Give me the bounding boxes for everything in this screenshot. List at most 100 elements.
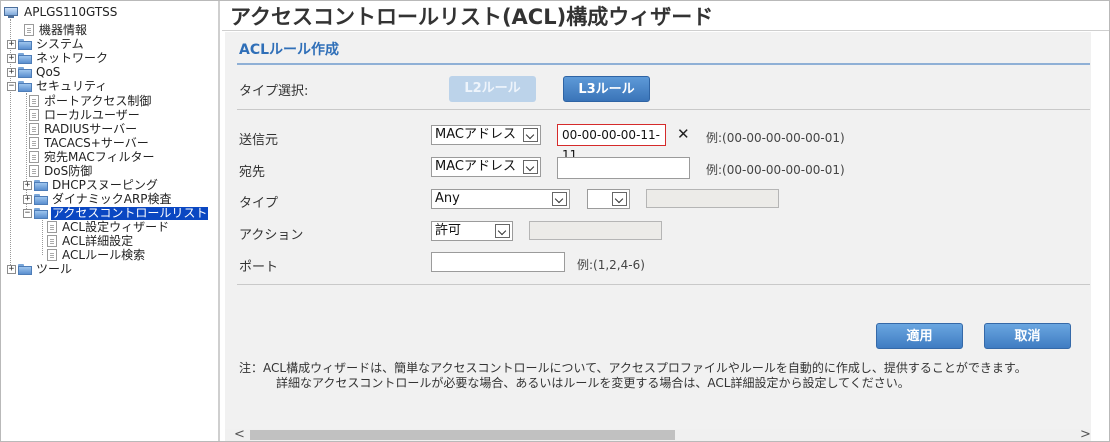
tree-item-port-access[interactable]: ポートアクセス制御: [29, 94, 152, 108]
page-icon: [47, 221, 57, 233]
main-content: アクセスコントロールリスト(ACL)構成ウィザード ACLルール作成 タイプ選択…: [222, 1, 1109, 442]
tree-item-arp-inspection[interactable]: + ダイナミックARP検査: [23, 192, 173, 206]
port-input[interactable]: [431, 252, 565, 272]
tree-item-label: セキュリティ: [36, 78, 108, 93]
tree-item-mac-filter[interactable]: 宛先MACフィルター: [29, 150, 156, 164]
tree-item-acl-search[interactable]: ACLルール検索: [47, 248, 146, 262]
chevron-down-icon: [495, 224, 510, 238]
tree-item-tools[interactable]: + ツール: [7, 262, 73, 276]
dest-type-value: MACアドレス: [435, 159, 516, 174]
tree-item-qos[interactable]: + QoS: [7, 65, 61, 79]
expand-icon[interactable]: +: [23, 180, 32, 190]
page-icon: [29, 123, 39, 135]
action-select[interactable]: 許可: [431, 221, 513, 241]
section-divider: [237, 63, 1090, 65]
source-hint: 例:(00-00-00-00-00-01): [706, 131, 845, 145]
tree-item-label: ネットワーク: [36, 50, 109, 65]
page-icon: [29, 151, 39, 163]
switch-icon: [4, 6, 20, 18]
action-detail-input: [529, 221, 662, 240]
tree-item-label: DoS防御: [44, 163, 93, 178]
folder-icon: [18, 66, 32, 78]
dest-mac-input[interactable]: [557, 157, 690, 179]
page-icon: [29, 95, 39, 107]
tree-item-label: ポートアクセス制御: [44, 93, 152, 108]
tree-root-label: APLGS110GTSS: [24, 4, 118, 19]
tree-item-label: 機器情報: [39, 22, 88, 37]
tree-item-acl-detail[interactable]: ACL詳細設定: [47, 234, 134, 248]
type-value: Any: [435, 191, 460, 206]
expand-icon[interactable]: +: [7, 53, 16, 63]
l3-rule-button[interactable]: L3ルール: [563, 76, 650, 102]
clear-icon[interactable]: ✕: [677, 125, 690, 143]
chevron-down-icon: [552, 192, 567, 206]
tree-item-acl-wizard[interactable]: ACL設定ウィザード: [47, 220, 170, 234]
scrollbar-thumb[interactable]: [250, 430, 675, 440]
collapse-icon[interactable]: −: [23, 208, 32, 218]
page-icon: [29, 165, 39, 177]
type-select[interactable]: Any: [431, 189, 570, 209]
tree-item-radius[interactable]: RADIUSサーバー: [29, 122, 138, 136]
dest-type-select[interactable]: MACアドレス: [431, 157, 541, 177]
source-mac-input[interactable]: 00-00-00-00-11-11: [557, 124, 666, 162]
divider: [237, 109, 1090, 110]
folder-icon: [18, 263, 32, 275]
folder-icon: [34, 179, 48, 191]
tree-item-device-info[interactable]: 機器情報: [13, 23, 88, 37]
source-type-value: MACアドレス: [435, 127, 516, 142]
tree-item-system[interactable]: + システム: [7, 37, 85, 51]
expand-icon[interactable]: +: [7, 264, 16, 274]
tree-item-label: TACACS+サーバー: [44, 135, 149, 150]
tree-item-label: ローカルユーザー: [44, 107, 140, 122]
title-divider: [222, 30, 1109, 31]
folder-icon: [18, 38, 32, 50]
tree-connector: [42, 217, 43, 255]
tree-item-label: RADIUSサーバー: [44, 121, 138, 136]
tree-root[interactable]: APLGS110GTSS: [4, 5, 118, 19]
scroll-left-icon[interactable]: <: [234, 427, 245, 442]
page-icon: [29, 109, 39, 121]
tree-item-label: DHCPスヌーピング: [52, 177, 158, 192]
tree-item-security[interactable]: − セキュリティ: [7, 79, 108, 93]
page-icon: [29, 137, 39, 149]
page-icon: [47, 249, 57, 261]
tree-item-label: ダイナミックARP検査: [52, 191, 172, 206]
section-title: ACLルール作成: [239, 42, 340, 58]
tree-item-acl[interactable]: − アクセスコントロールリスト: [23, 206, 209, 220]
tree-item-local-user[interactable]: ローカルユーザー: [29, 108, 141, 122]
expand-icon[interactable]: +: [7, 67, 16, 77]
type-sub-select[interactable]: [587, 189, 630, 209]
tree-item-label: ACL詳細設定: [62, 233, 134, 248]
expand-icon[interactable]: +: [23, 194, 32, 204]
tree-item-label: 宛先MACフィルター: [44, 149, 155, 164]
action-value: 許可: [435, 223, 462, 238]
source-label: 送信元: [239, 133, 279, 148]
page-title: アクセスコントロールリスト(ACL)構成ウィザード: [230, 5, 714, 29]
tree-item-dhcp-snooping[interactable]: + DHCPスヌーピング: [23, 178, 159, 192]
collapse-icon[interactable]: −: [7, 81, 16, 91]
tree-item-tacacs[interactable]: TACACS+サーバー: [29, 136, 150, 150]
chevron-down-icon: [523, 160, 538, 174]
page-icon: [24, 24, 34, 36]
action-label: アクション: [239, 228, 304, 243]
port-hint: 例:(1,2,4-6): [577, 258, 645, 272]
tree-item-label: ACLルール検索: [62, 247, 146, 262]
folder-open-icon: [34, 207, 48, 219]
expand-icon[interactable]: +: [7, 39, 16, 49]
port-label: ポート: [239, 260, 279, 275]
note-line-2: 詳細なアクセスコントロールが必要な場合、あるいはルールを変更する場合は、ACL詳…: [276, 376, 910, 390]
cancel-button[interactable]: 取消: [984, 323, 1071, 349]
tree-item-dos[interactable]: DoS防御: [29, 164, 93, 178]
tree-item-label: システム: [36, 36, 84, 51]
chevron-down-icon: [612, 192, 627, 206]
apply-button[interactable]: 適用: [876, 323, 963, 349]
scroll-right-icon[interactable]: >: [1080, 427, 1091, 442]
type-label: タイプ: [239, 196, 279, 211]
l2-rule-button[interactable]: L2ルール: [449, 76, 536, 102]
navigation-tree: APLGS110GTSS 機器情報 + システム + ネットワーク + QoS …: [1, 1, 220, 441]
tree-item-label: QoS: [36, 64, 61, 79]
source-type-select[interactable]: MACアドレス: [431, 125, 541, 145]
tree-item-network[interactable]: + ネットワーク: [7, 51, 109, 65]
chevron-down-icon: [523, 128, 538, 142]
horizontal-scrollbar[interactable]: < >: [225, 427, 1091, 442]
